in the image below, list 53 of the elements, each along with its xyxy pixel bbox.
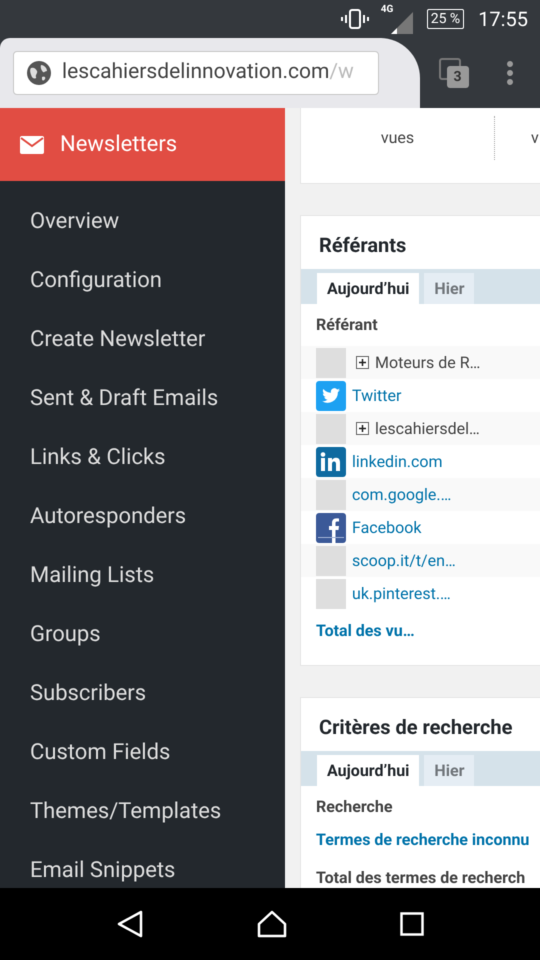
expand-icon[interactable]: [356, 422, 369, 435]
total-label: Total des termes de recherch: [315, 867, 526, 888]
home-icon[interactable]: [256, 910, 287, 938]
menu-icon[interactable]: [506, 60, 514, 86]
placeholder-icon: [316, 578, 346, 608]
sidebar-title: Newsletters: [60, 131, 178, 159]
sidebar-item[interactable]: Autoresponders: [0, 487, 285, 546]
referrer-link[interactable]: Twitter: [352, 384, 402, 408]
referrer-link[interactable]: Facebook: [352, 516, 422, 540]
card-title: Référants: [318, 232, 408, 259]
placeholder-icon: [316, 480, 346, 510]
column-header: Référant: [315, 314, 379, 336]
tab[interactable]: Aujourd’hui: [317, 755, 420, 786]
referrer-group: Moteurs de R…: [375, 350, 480, 374]
address-bar[interactable]: lescahiersdelinnovation.com/w: [13, 51, 379, 95]
recents-icon[interactable]: [400, 912, 424, 936]
sidebar-item[interactable]: Overview: [0, 192, 285, 251]
url-text: lescahiersdelinnovation.com/w: [62, 59, 354, 86]
search-terms-link[interactable]: Termes de recherche inconnu: [301, 828, 540, 852]
column-label: vues: [380, 126, 414, 148]
referrer-link[interactable]: uk.pinterest.…: [352, 582, 451, 606]
tab[interactable]: Hier: [424, 755, 474, 786]
sidebar-item[interactable]: Subscribers: [0, 664, 285, 723]
referrer-group: lescahiersdel…: [375, 416, 480, 440]
total-link[interactable]: Total des vu…: [301, 619, 540, 643]
referrer-link[interactable]: linkedin.com: [352, 450, 443, 474]
tab[interactable]: Hier: [424, 273, 474, 304]
envelope-icon: [20, 136, 44, 154]
column-label: v: [531, 126, 539, 148]
globe-icon: [26, 60, 52, 86]
network-type: 4G: [380, 3, 394, 17]
sidebar-item[interactable]: Mailing Lists: [0, 546, 285, 605]
expand-icon[interactable]: [356, 356, 369, 369]
sidebar-header[interactable]: Newsletters: [0, 108, 285, 181]
sidebar-item[interactable]: Themes/Templates: [0, 782, 285, 841]
vibrate-icon: [340, 9, 369, 29]
sidebar-item[interactable]: Groups: [0, 605, 285, 664]
sidebar-item[interactable]: Configuration: [0, 251, 285, 310]
column-header: Recherche: [315, 796, 394, 818]
back-icon[interactable]: [116, 910, 144, 938]
clock: 17:55: [478, 6, 528, 33]
tab[interactable]: Aujourd’hui: [317, 273, 420, 304]
sidebar-item[interactable]: Sent & Draft Emails: [0, 369, 285, 428]
sidebar-item[interactable]: Email Snippets: [0, 841, 285, 888]
placeholder-icon: [316, 348, 346, 378]
signal-icon: [390, 12, 413, 34]
sidebar-item[interactable]: Links & Clicks: [0, 428, 285, 487]
sidebar-item[interactable]: Create Newsletter: [0, 310, 285, 369]
sidebar-item[interactable]: Custom Fields: [0, 723, 285, 782]
placeholder-icon: [316, 546, 346, 576]
card-title: Critères de recherche: [318, 714, 514, 741]
battery-indicator: 25 %: [426, 9, 464, 29]
placeholder-icon: [316, 414, 346, 444]
